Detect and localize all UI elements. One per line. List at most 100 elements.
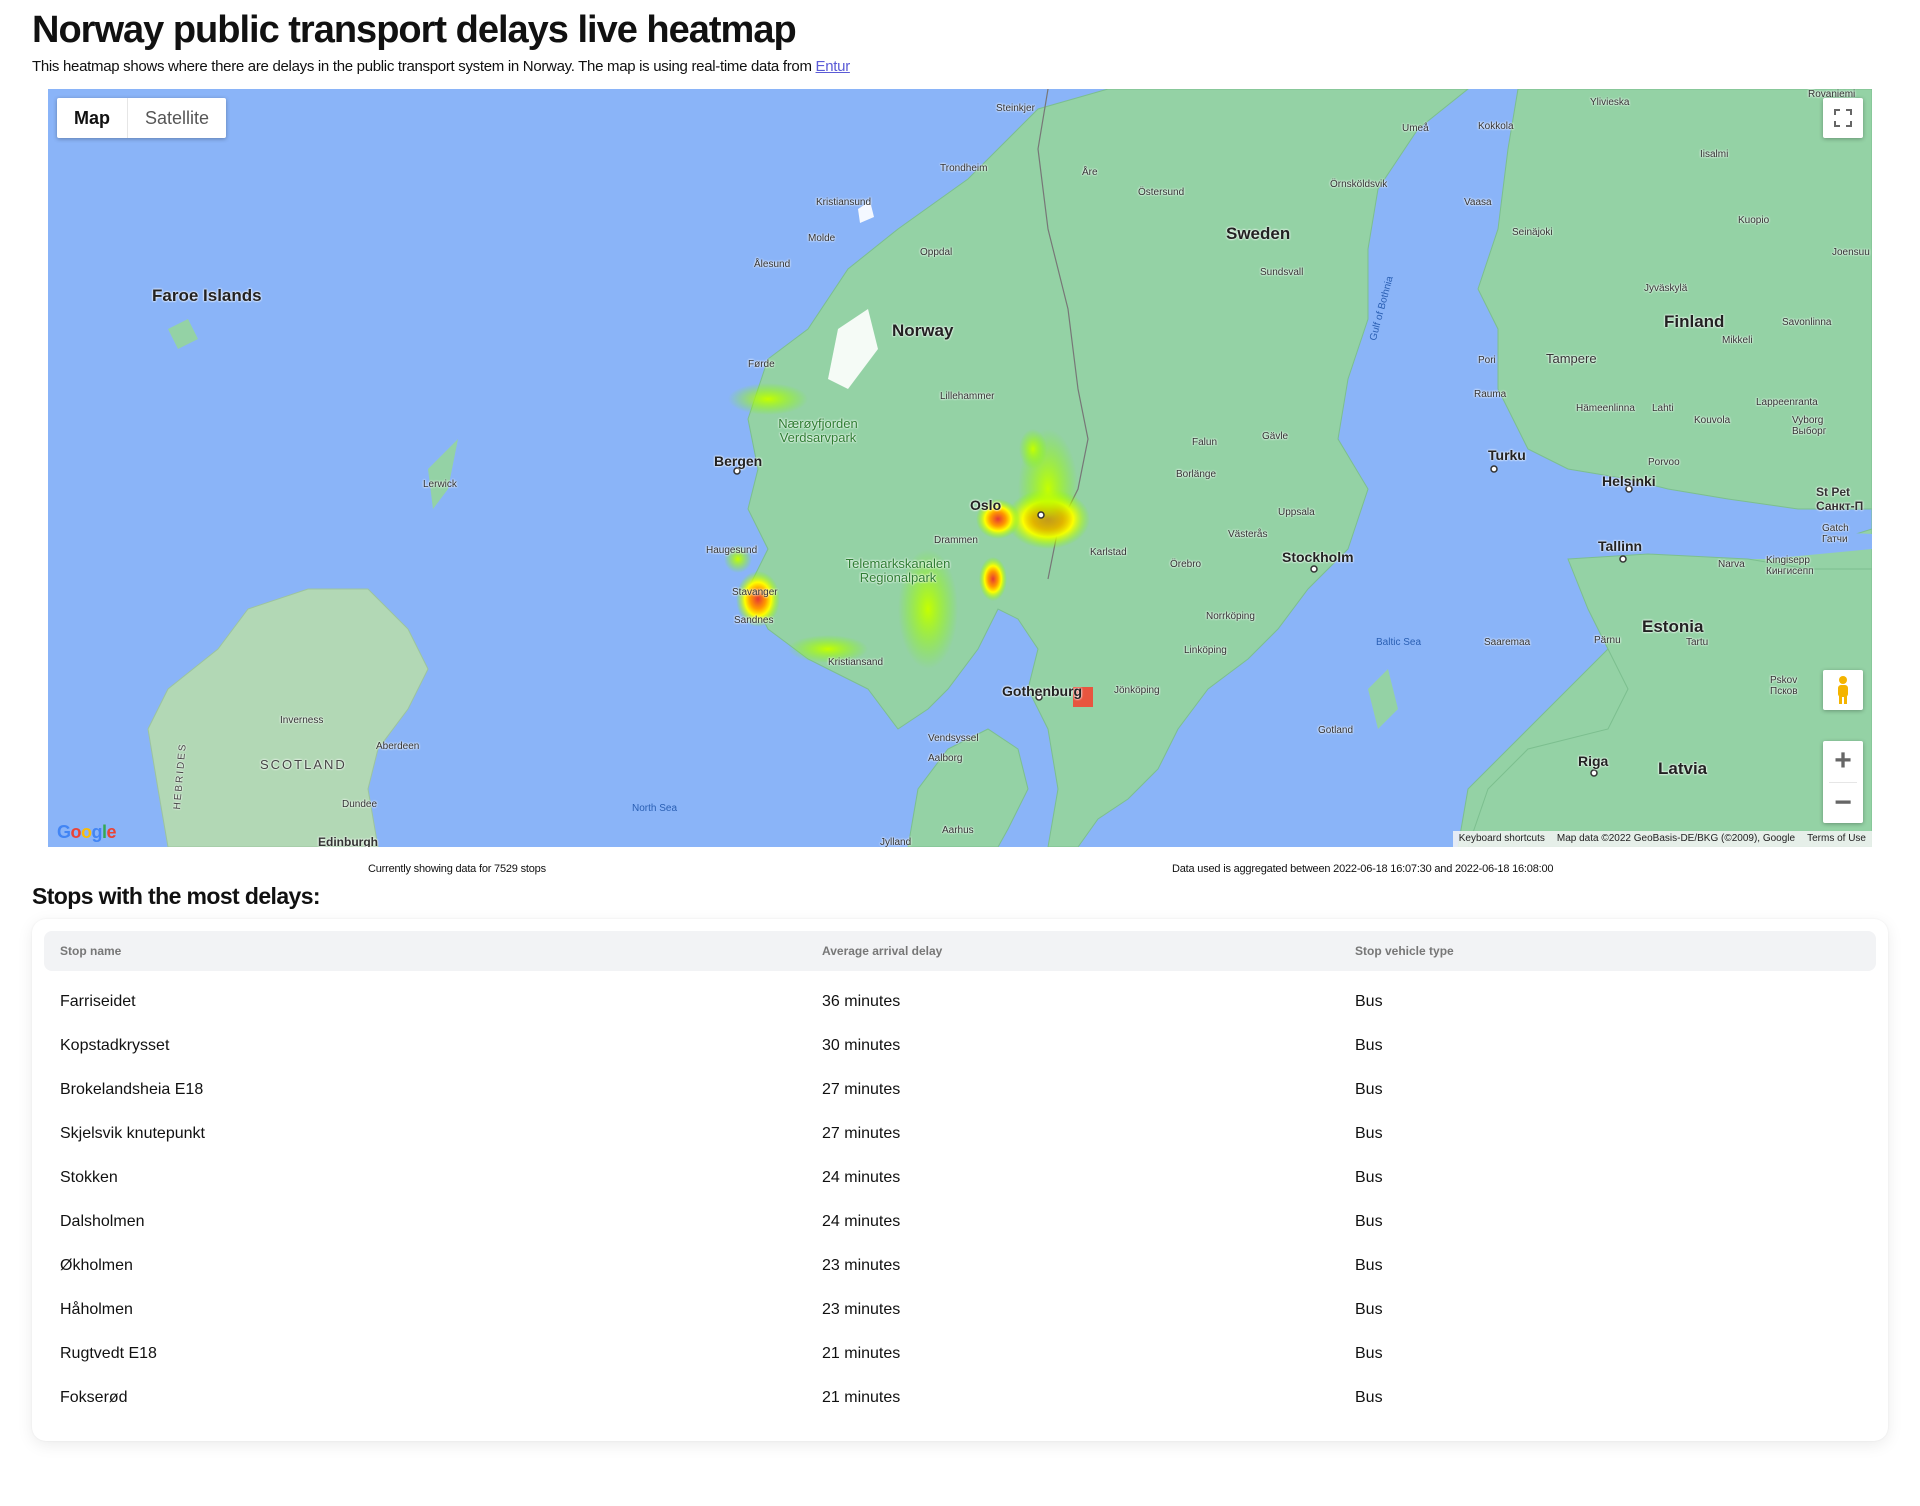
stop-name-cell: Kopstadkrysset (60, 1037, 170, 1054)
map-label-kristiansand: Kristiansand (828, 657, 884, 668)
map-label-sweden: Sweden (1226, 224, 1291, 243)
table-row: Farriseidet 36 minutes Bus (44, 980, 1876, 1024)
table-header: Stop name Average arrival delay Stop veh… (44, 931, 1876, 971)
map-label-lahti: Lahti (1652, 403, 1674, 414)
arrival-delay-cell: 21 minutes (822, 1389, 901, 1406)
map-label-stockholm: Stockholm (1282, 549, 1354, 565)
pegman-icon (1838, 676, 1848, 704)
map-attribution: Keyboard shortcuts Map data ©2022 GeoBas… (1452, 831, 1872, 847)
map-label-stpete: St Pet Санкт-П (1816, 485, 1864, 513)
map-label-gotland: Gotland (1318, 725, 1354, 736)
stop-name-cell: Økholmen (60, 1257, 133, 1274)
vehicle-type-cell: Bus (1355, 1081, 1383, 1098)
stop-name-cell: Farriseidet (60, 993, 136, 1010)
map-label-aarhus: Aarhus (942, 825, 974, 836)
map-label-vaasa: Vaasa (1464, 197, 1492, 208)
map-label-joensuu: Joensuu (1832, 247, 1870, 258)
map-label-lerwick: Lerwick (423, 479, 457, 490)
map-label-helsinki: Helsinki (1602, 473, 1656, 489)
stops-count-text: Currently showing data for 7529 stops (368, 863, 546, 875)
table-row: Økholmen 23 minutes Bus (44, 1244, 1876, 1288)
map-label-kouvola: Kouvola (1694, 415, 1731, 426)
arrival-delay-cell: 36 minutes (822, 993, 901, 1010)
map-type-satellite-button[interactable]: Satellite (127, 98, 226, 138)
column-header-vehicle-type: Stop vehicle type (1355, 944, 1454, 958)
table-row: Dalsholmen 24 minutes Bus (44, 1200, 1876, 1244)
vehicle-type-cell: Bus (1355, 1125, 1383, 1142)
map-label-alesund: Ålesund (754, 259, 791, 270)
map-label-iisalmi: Iisalmi (1700, 149, 1729, 160)
heatmap-map[interactable]: Faroe Islands Norway Sweden Finland Esto… (48, 89, 1872, 847)
map-label-faroe: Faroe Islands (152, 286, 262, 305)
map-label-narva: Narva (1718, 559, 1745, 570)
entur-link[interactable]: Entur (816, 58, 851, 75)
map-type-map-button[interactable]: Map (57, 98, 127, 138)
vehicle-type-cell: Bus (1355, 1389, 1383, 1406)
map-label-pori: Pori (1478, 355, 1496, 366)
map-label-dundee: Dundee (342, 799, 378, 810)
table-row: Kopstadkrysset 30 minutes Bus (44, 1024, 1876, 1068)
map-label-kristiansund: Kristiansund (816, 197, 872, 208)
vehicle-type-cell: Bus (1355, 1213, 1383, 1230)
map-label-sandnes: Sandnes (734, 615, 774, 626)
zoom-out-button[interactable]: − (1823, 782, 1863, 823)
map-label-ornskoldsvik: Örnsköldsvik (1330, 179, 1388, 190)
street-view-pegman-button[interactable] (1823, 670, 1863, 710)
map-label-borlange: Borlänge (1176, 469, 1217, 480)
map-label-hameenlinna: Hämeenlinna (1576, 403, 1635, 414)
arrival-delay-cell: 27 minutes (822, 1081, 901, 1098)
stop-name-cell: Brokelandsheia E18 (60, 1081, 204, 1098)
vehicle-type-cell: Bus (1355, 1257, 1383, 1274)
zoom-in-button[interactable]: + (1823, 741, 1863, 782)
map-label-steinkjer: Steinkjer (996, 103, 1035, 114)
map-label-trondheim: Trondheim (940, 163, 988, 174)
aggregation-time-text: Data used is aggregated between 2022-06-… (1172, 863, 1554, 875)
map-label-lillehammer: Lillehammer (940, 391, 995, 402)
map-label-kingisepp: Kingisepp Кингисепп (1766, 555, 1814, 577)
map-label-orebro: Örebro (1170, 559, 1202, 570)
map-label-molde: Molde (808, 233, 836, 244)
delays-table: Stop name Average arrival delay Stop veh… (32, 919, 1888, 1441)
fullscreen-button[interactable] (1823, 98, 1863, 138)
map-label-jyvaskyla: Jyväskylä (1644, 283, 1688, 294)
map-label-forde: Førde (748, 359, 775, 370)
map-label-estonia: Estonia (1642, 617, 1704, 636)
map-label-naeroyfjorden: Nærøyfjorden Verdsarvpark (778, 416, 858, 445)
map-label-seinajoki: Seinäjoki (1512, 227, 1553, 238)
vehicle-type-cell: Bus (1355, 1037, 1383, 1054)
map-label-haugesund: Haugesund (706, 545, 758, 556)
stop-name-cell: Rugtvedt E18 (60, 1345, 157, 1362)
table-row: Skjelsvik knutepunkt 27 minutes Bus (44, 1112, 1876, 1156)
vehicle-type-cell: Bus (1355, 1345, 1383, 1362)
map-label-uppsala: Uppsala (1278, 507, 1315, 518)
map-label-jonkoping: Jönköping (1114, 685, 1160, 696)
terms-of-use-link[interactable]: Terms of Use (1801, 831, 1872, 847)
stop-name-cell: Håholmen (60, 1301, 133, 1318)
map-label-turku: Turku (1488, 447, 1526, 463)
estonia-latvia-land (1467, 553, 1872, 847)
map-label-gatchina: Gatch Гатчи (1822, 523, 1849, 545)
map-label-finland: Finland (1664, 312, 1725, 331)
stop-name-cell: Stokken (60, 1169, 118, 1186)
map-label-sundsvall: Sundsvall (1260, 267, 1304, 278)
arrival-delay-cell: 27 minutes (822, 1125, 901, 1142)
map-label-tallinn: Tallinn (1598, 538, 1643, 554)
map-label-stavanger: Stavanger (732, 587, 778, 598)
table-row: Brokelandsheia E18 27 minutes Bus (44, 1068, 1876, 1112)
google-logo[interactable]: Google (57, 822, 117, 843)
arrival-delay-cell: 21 minutes (822, 1345, 901, 1362)
vehicle-type-cell: Bus (1355, 1301, 1383, 1318)
map-label-vyborg: Vyborg Выборг (1792, 415, 1827, 437)
map-label-drammen: Drammen (934, 535, 978, 546)
map-label-vasteras: Västerås (1228, 529, 1268, 540)
map-label-jylland: Jylland (880, 837, 912, 847)
map-label-ylivieska: Ylivieska (1590, 97, 1630, 108)
map-label-bergen: Bergen (714, 453, 763, 469)
map-label-latvia: Latvia (1658, 759, 1708, 778)
map-label-norrkoping: Norrköping (1206, 611, 1255, 622)
keyboard-shortcuts-link[interactable]: Keyboard shortcuts (1453, 831, 1551, 847)
arrival-delay-cell: 30 minutes (822, 1037, 901, 1054)
map-label-porvoo: Porvoo (1648, 457, 1680, 468)
arrival-delay-cell: 23 minutes (822, 1257, 901, 1274)
map-label-aalborg: Aalborg (928, 753, 963, 764)
